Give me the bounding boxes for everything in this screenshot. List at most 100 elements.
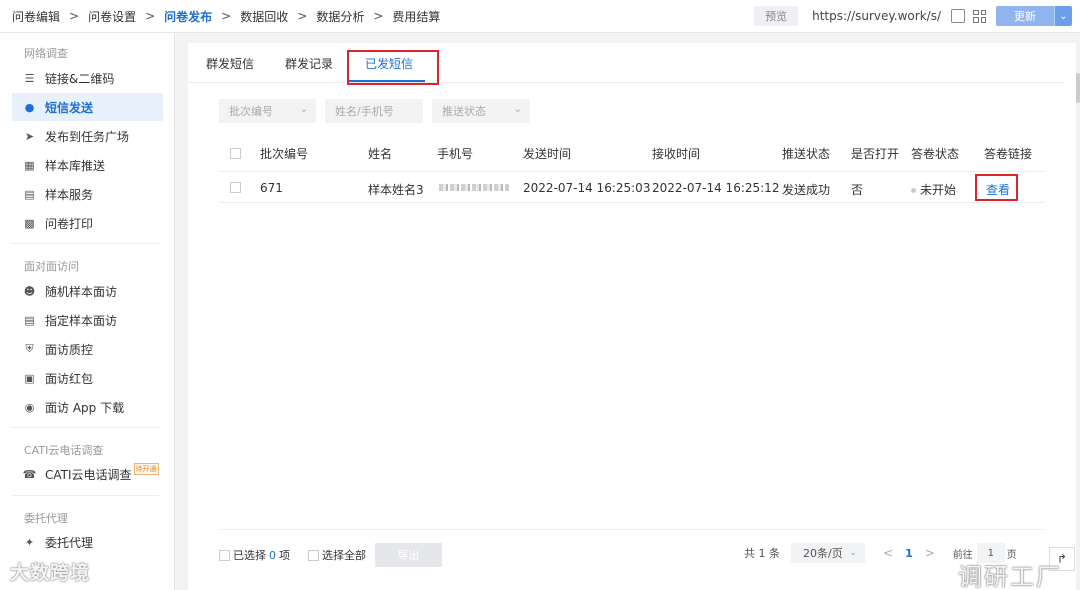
sent-time-cell: 2022-07-14 16:25:03 bbox=[523, 181, 651, 195]
sidebar-item-quality-control[interactable]: ⛨ 面访质控 bbox=[12, 335, 163, 363]
page-number[interactable]: 1 bbox=[905, 547, 913, 560]
qrcode-icon[interactable] bbox=[973, 9, 986, 23]
sidebar-item-label: 样本服务 bbox=[45, 187, 94, 202]
sidebar-item-label: 面访 App 下载 bbox=[45, 400, 125, 415]
section-title: 网络调查 bbox=[24, 47, 68, 60]
export-button[interactable]: 导出 bbox=[375, 543, 442, 567]
chevron-right-icon: > bbox=[221, 9, 232, 23]
step-settings[interactable]: 问卷设置 bbox=[88, 8, 136, 25]
preview-button[interactable]: 预览 bbox=[754, 6, 799, 26]
chevron-down-icon: ⌄ bbox=[299, 104, 308, 115]
step-edit[interactable]: 问卷编辑 bbox=[12, 8, 60, 25]
name-phone-filter[interactable]: 姓名/手机号 bbox=[325, 99, 423, 123]
sidebar-item-cati[interactable]: ☎ CATI云电话调查 待开通 bbox=[12, 460, 163, 488]
tab-bulk-sms[interactable]: 群发短信 bbox=[206, 55, 254, 72]
step-billing[interactable]: 费用结算 bbox=[392, 8, 440, 25]
answer-status-label: 未开始 bbox=[920, 183, 957, 197]
top-bar: 问卷编辑 > 问卷设置 > 问卷发布 > 数据回收 > 数据分析 > 费用结算 … bbox=[0, 0, 1080, 33]
sidebar-item-print[interactable]: ▩ 问卷打印 bbox=[12, 209, 163, 237]
total-count: 共 1 条 bbox=[744, 547, 780, 560]
sidebar-item-label: 样本库推送 bbox=[45, 158, 106, 173]
answer-status-cell: 未开始 bbox=[911, 181, 956, 198]
chevron-down-icon: ⌄ bbox=[849, 548, 857, 558]
sidebar-item-red-packet[interactable]: ▣ 面访红包 bbox=[12, 364, 163, 392]
table-header: 批次编号 姓名 手机号 发送时间 接收时间 推送状态 是否打开 答卷状态 答卷链… bbox=[219, 139, 1045, 169]
chevron-right-icon[interactable]: > bbox=[925, 546, 935, 560]
highlight-box bbox=[347, 50, 439, 85]
table-row: 671 样本姓名3 2022-07-14 16:25:03 2022-07-14… bbox=[219, 171, 1045, 203]
printer-icon: ▩ bbox=[24, 216, 35, 230]
chevron-down-icon[interactable]: ⌄ bbox=[1054, 6, 1072, 26]
selected-suffix: 项 bbox=[279, 549, 290, 562]
android-icon: ◉ bbox=[24, 400, 35, 414]
name-cell: 样本姓名3 bbox=[368, 183, 424, 197]
sidebar-item-sms[interactable]: ● 短信发送 bbox=[12, 93, 163, 121]
sidebar-item-sample-service[interactable]: ▤ 样本服务 bbox=[12, 180, 163, 208]
status-badge: 待开通 bbox=[133, 463, 159, 475]
sidebar-item-label: CATI云电话调查 bbox=[45, 467, 132, 482]
tab-bulk-records[interactable]: 群发记录 bbox=[285, 55, 333, 72]
sidebar-item-agency[interactable]: ✦ 委托代理 bbox=[12, 528, 163, 556]
select-all-checkbox[interactable] bbox=[230, 148, 241, 159]
received-time-cell: 2022-07-14 16:25:12 bbox=[652, 181, 780, 195]
phone-icon: ☎ bbox=[22, 467, 37, 481]
scrollbar[interactable] bbox=[1076, 73, 1080, 103]
select-all-pages-checkbox[interactable] bbox=[308, 549, 319, 561]
sidebar-item-link-qrcode[interactable]: ☰ 链接&二维码 bbox=[12, 64, 163, 92]
sidebar-item-task-square[interactable]: ➤ 发布到任务广场 bbox=[12, 122, 163, 150]
chevron-left-icon[interactable]: < bbox=[883, 546, 893, 560]
page-size-select[interactable]: 20条/页 ⌄ bbox=[791, 543, 865, 563]
shield-icon: ⛨ bbox=[25, 342, 34, 355]
sidebar-item-label: 链接&二维码 bbox=[45, 71, 115, 86]
watermark-right: 调研工厂 bbox=[958, 563, 1062, 590]
sidebar-item-random-interview[interactable]: ☻ 随机样本面访 bbox=[12, 277, 163, 305]
sidebar-item-label: 委托代理 bbox=[45, 535, 94, 550]
layers-icon: ☰ bbox=[24, 71, 35, 85]
column-header: 批次编号 bbox=[260, 147, 309, 161]
chevron-right-icon: > bbox=[145, 9, 156, 23]
chevron-right-icon: > bbox=[373, 9, 384, 23]
highlight-box bbox=[975, 174, 1018, 201]
step-collect[interactable]: 数据回收 bbox=[240, 8, 288, 25]
name-phone-filter-label: 姓名/手机号 bbox=[335, 105, 394, 118]
step-publish[interactable]: 问卷发布 bbox=[164, 8, 212, 25]
chat-icon: ● bbox=[24, 100, 35, 114]
users-icon: ☻ bbox=[23, 284, 36, 298]
chevron-right-icon: > bbox=[69, 9, 80, 23]
status-dot-icon bbox=[911, 188, 916, 193]
sidebar-item-label: 短信发送 bbox=[45, 100, 94, 115]
database-icon: ▦ bbox=[24, 158, 35, 172]
sidebar-item-label: 指定样本面访 bbox=[45, 313, 118, 328]
page-size-label: 20条/页 bbox=[803, 547, 843, 560]
step-nav: 问卷编辑 > 问卷设置 > 问卷发布 > 数据回收 > 数据分析 > 费用结算 bbox=[0, 8, 440, 25]
batch-filter[interactable]: 批次编号 ⌄ bbox=[219, 99, 316, 123]
sidebar-item-assigned-interview[interactable]: ▤ 指定样本面访 bbox=[12, 306, 163, 334]
divider bbox=[12, 427, 159, 428]
select-all-label: 选择全部 bbox=[322, 549, 366, 562]
sidebar-item-sample-push[interactable]: ▦ 样本库推送 bbox=[12, 151, 163, 179]
divider bbox=[12, 495, 159, 496]
survey-url: https://survey.work/s/ bbox=[812, 9, 941, 23]
push-status-filter[interactable]: 推送状态 ⌄ bbox=[432, 99, 530, 123]
step-analysis[interactable]: 数据分析 bbox=[316, 8, 364, 25]
update-button[interactable]: 更新 bbox=[996, 6, 1054, 26]
row-checkbox[interactable] bbox=[230, 182, 241, 193]
chevron-down-icon: ⌄ bbox=[513, 104, 522, 115]
handshake-icon: ✦ bbox=[24, 535, 35, 549]
service-icon: ▤ bbox=[24, 187, 35, 201]
push-status-cell: 发送成功 bbox=[782, 183, 831, 197]
document-icon: ▤ bbox=[24, 313, 35, 327]
bulk-actions: 已选择 0 项 选择全部 导出 bbox=[219, 543, 442, 567]
select-page-checkbox[interactable] bbox=[219, 549, 230, 561]
selected-prefix: 已选择 bbox=[233, 549, 266, 562]
sidebar-item-label: 面访红包 bbox=[45, 371, 94, 386]
footer-divider bbox=[219, 529, 1045, 530]
sidebar-item-app-download[interactable]: ◉ 面访 App 下载 bbox=[12, 393, 163, 421]
divider bbox=[12, 243, 159, 244]
copy-icon[interactable] bbox=[951, 9, 965, 23]
column-header: 姓名 bbox=[368, 147, 393, 161]
section-title: 委托代理 bbox=[24, 512, 68, 525]
opened-cell: 否 bbox=[851, 183, 864, 197]
column-header: 答卷状态 bbox=[911, 147, 960, 161]
send-icon: ➤ bbox=[24, 129, 35, 143]
